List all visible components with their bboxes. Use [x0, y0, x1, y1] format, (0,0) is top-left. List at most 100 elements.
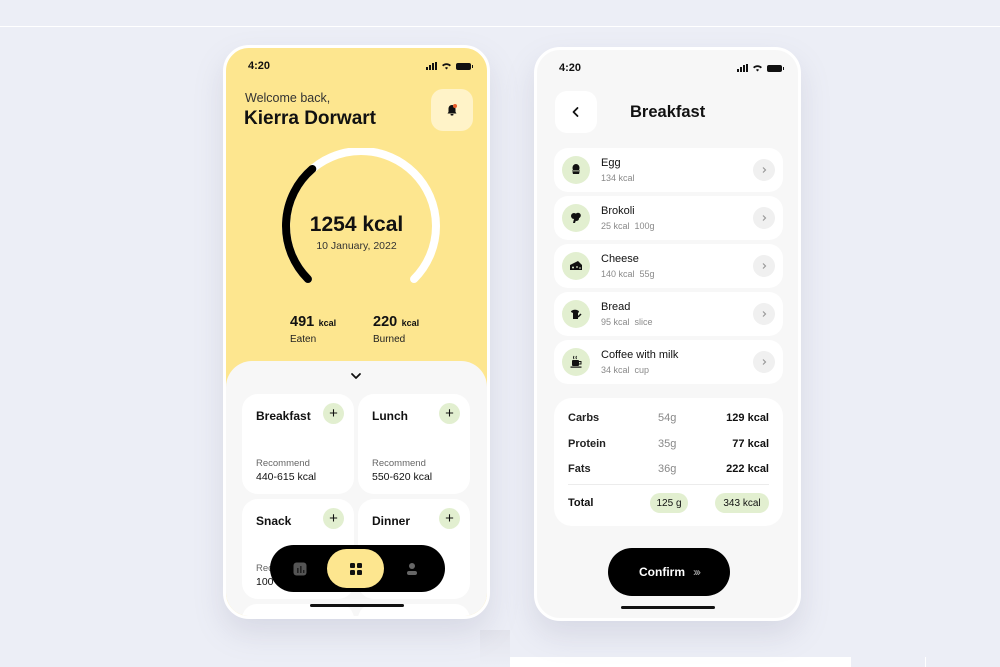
- tab-profile[interactable]: [392, 549, 432, 588]
- food-kcal: 134 kcal: [601, 173, 635, 183]
- bottom-tab-bar: [270, 545, 445, 592]
- food-portion: 55g: [639, 269, 655, 279]
- tab-home[interactable]: [327, 549, 384, 588]
- plus-icon: +: [445, 405, 454, 422]
- shadow-decor: [480, 630, 510, 667]
- recommend-value: 100: [256, 576, 274, 588]
- confirm-button[interactable]: Confirm ›››: [608, 548, 730, 596]
- add-breakfast-button[interactable]: +: [323, 403, 344, 424]
- food-kcal: 25 kcal: [601, 221, 630, 231]
- nutrient-name: Protein: [568, 438, 606, 450]
- total-label: Total: [568, 497, 594, 509]
- chevron-left-icon: [572, 107, 579, 117]
- back-button[interactable]: [555, 91, 597, 133]
- summary-divider: [568, 484, 769, 485]
- status-bar: 4:20: [226, 60, 487, 74]
- signal-icon: [426, 62, 437, 70]
- grid-icon: [349, 562, 362, 575]
- food-kcal: 95 kcal: [601, 317, 630, 327]
- user-icon: [407, 562, 417, 575]
- food-name: Brokoli: [601, 205, 635, 217]
- bottom-panel-edge: [510, 657, 851, 667]
- food-name: Bread: [601, 301, 631, 313]
- food-portion: 100g: [634, 221, 655, 231]
- nutrient-row: Fats 36g 222 kcal: [568, 463, 769, 479]
- user-name: Kierra Dorwart: [244, 108, 376, 129]
- plus-icon: +: [445, 510, 454, 527]
- notifications-button[interactable]: [431, 89, 473, 131]
- add-lunch-button[interactable]: +: [439, 403, 460, 424]
- nutrient-row: Carbs 54g 129 kcal: [568, 412, 769, 428]
- plus-icon: +: [329, 405, 338, 422]
- total-kcal-badge: 343 kcal: [715, 493, 769, 513]
- burned-unit: kcal: [401, 318, 420, 328]
- top-divider: [0, 26, 1000, 27]
- food-item-egg[interactable]: Egg 134 kcal: [554, 148, 783, 192]
- food-detail-button[interactable]: [753, 303, 775, 325]
- food-item-coffee[interactable]: Coffee with milk 34 kcal cup: [554, 340, 783, 384]
- burned-stat: 220 kcal Burned: [373, 313, 419, 345]
- meal-title: Dinner: [372, 514, 411, 528]
- food-item-bread[interactable]: Bread 95 kcal slice: [554, 292, 783, 336]
- cheese-icon: [570, 261, 582, 270]
- recommend-label: Recommend: [256, 458, 310, 469]
- page-title: Breakfast: [630, 103, 706, 121]
- plus-icon: +: [329, 510, 338, 527]
- recommend-value: 550-620 kcal: [372, 471, 433, 483]
- eaten-stat: 491 kcal Eaten: [290, 313, 336, 345]
- food-item-brokoli[interactable]: Brokoli 25 kcal 100g: [554, 196, 783, 240]
- food-name: Cheese: [601, 253, 639, 265]
- wifi-icon: [442, 63, 451, 70]
- signal-icon: [737, 64, 748, 72]
- eaten-value: 491: [290, 314, 315, 330]
- tab-stats[interactable]: [280, 549, 320, 588]
- burned-label: Burned: [373, 334, 406, 345]
- nutrient-grams: 35g: [658, 438, 677, 450]
- egg-icon: [572, 164, 580, 174]
- meal-card-breakfast[interactable]: Breakfast + Recommend 440-615 kcal: [242, 394, 354, 494]
- calorie-total: 1254 kcal: [309, 213, 404, 236]
- nutrient-grams: 36g: [658, 463, 677, 475]
- food-kcal: 140 kcal: [601, 269, 635, 279]
- chevron-right-icon: [762, 215, 767, 221]
- total-grams-badge: 125 g: [650, 493, 688, 513]
- wifi-icon: [753, 65, 762, 72]
- nutrient-name: Fats: [568, 463, 591, 475]
- food-detail-button[interactable]: [753, 159, 775, 181]
- chevron-right-icon: [762, 311, 767, 317]
- nutrient-row: Protein 35g 77 kcal: [568, 438, 769, 454]
- food-detail-button[interactable]: [753, 351, 775, 373]
- nutrient-kcal: 129 kcal: [726, 412, 769, 424]
- nutrient-grams: 54g: [658, 412, 677, 424]
- food-name: Egg: [601, 157, 621, 169]
- chevron-down-icon[interactable]: [349, 370, 363, 382]
- battery-icon: [767, 64, 784, 72]
- coffee-icon: [570, 355, 582, 368]
- home-screen-phone: 4:20 Welcome back, Kierra Dorwart 1254 k…: [223, 45, 490, 619]
- food-detail-button[interactable]: [753, 207, 775, 229]
- food-portion: slice: [634, 317, 653, 327]
- bell-icon: [447, 104, 457, 116]
- chevron-right-icon: [762, 263, 767, 269]
- chevron-right-icon: [762, 167, 767, 173]
- chevron-right-icon: [762, 359, 767, 365]
- home-indicator: [620, 606, 715, 609]
- chevrons-right-icon: ›››: [693, 565, 701, 579]
- meal-card-lunch[interactable]: Lunch + Recommend 550-620 kcal: [358, 394, 470, 494]
- home-indicator: [309, 604, 404, 607]
- food-name: Coffee with milk: [601, 349, 679, 361]
- eaten-unit: kcal: [318, 318, 337, 328]
- food-detail-button[interactable]: [753, 255, 775, 277]
- nutrition-summary: Carbs 54g 129 kcal Protein 35g 77 kcal F…: [554, 398, 783, 526]
- nutrient-name: Carbs: [568, 412, 600, 424]
- bread-icon: [571, 309, 582, 319]
- status-bar: 4:20: [537, 62, 798, 76]
- meal-title: Lunch: [372, 409, 408, 423]
- burned-value: 220: [373, 314, 398, 330]
- food-kcal: 34 kcal: [601, 365, 630, 375]
- add-dinner-button[interactable]: +: [439, 508, 460, 529]
- bottom-divider: [925, 657, 926, 667]
- add-snack-button[interactable]: +: [323, 508, 344, 529]
- food-item-cheese[interactable]: Cheese 140 kcal 55g: [554, 244, 783, 288]
- meal-title: Breakfast: [256, 409, 311, 423]
